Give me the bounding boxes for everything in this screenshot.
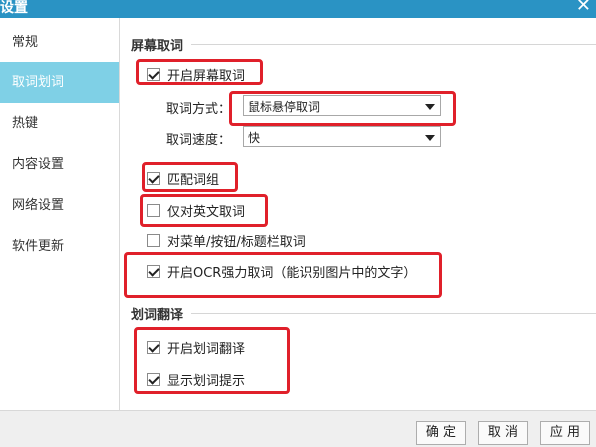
section-title-screen-capture: 屏幕取词 bbox=[131, 39, 184, 54]
sidebar-item-content[interactable]: 内容设置 bbox=[0, 144, 119, 185]
match-phrase-label: 匹配词组 bbox=[167, 172, 220, 188]
selection-hint-row[interactable]: 显示划词提示 bbox=[147, 371, 246, 389]
section-divider bbox=[191, 313, 596, 314]
enable-capture-checkbox[interactable] bbox=[147, 67, 160, 81]
sidebar-item-update[interactable]: 软件更新 bbox=[0, 226, 119, 267]
capture-speed-select[interactable]: 快 bbox=[243, 126, 441, 147]
enable-capture-label: 开启屏幕取词 bbox=[167, 68, 246, 84]
cancel-button[interactable]: 取 消 bbox=[478, 421, 528, 445]
enable-selection-label: 开启划词翻译 bbox=[167, 341, 246, 357]
window-title: 设置 bbox=[0, 0, 28, 16]
close-icon[interactable]: ✕ bbox=[576, 0, 591, 16]
sidebar-item-network[interactable]: 网络设置 bbox=[0, 185, 119, 226]
ocr-row[interactable]: 开启OCR强力取词（能识别图片中的文字） bbox=[147, 263, 417, 281]
match-phrase-row[interactable]: 匹配词组 bbox=[147, 170, 220, 188]
match-phrase-checkbox[interactable] bbox=[147, 171, 160, 185]
dialog-footer: 确 定 取 消 应 用 bbox=[0, 410, 596, 447]
english-only-row[interactable]: 仅对英文取词 bbox=[147, 202, 246, 220]
section-divider bbox=[191, 44, 596, 45]
capture-mode-select[interactable]: 鼠标悬停取词 bbox=[243, 95, 441, 116]
ocr-checkbox[interactable] bbox=[147, 264, 160, 278]
capture-speed-value: 快 bbox=[248, 131, 261, 145]
section-title-selection: 划词翻译 bbox=[131, 308, 184, 323]
menu-buttons-checkbox[interactable] bbox=[147, 233, 160, 247]
chevron-down-icon bbox=[425, 104, 435, 110]
english-only-label: 仅对英文取词 bbox=[167, 204, 246, 220]
ocr-label: 开启OCR强力取词（能识别图片中的文字） bbox=[167, 265, 417, 281]
chevron-down-icon bbox=[425, 135, 435, 141]
ok-button[interactable]: 确 定 bbox=[416, 421, 466, 445]
capture-mode-value: 鼠标悬停取词 bbox=[248, 100, 321, 114]
selection-hint-label: 显示划词提示 bbox=[167, 373, 246, 389]
capture-speed-label: 取词速度： bbox=[166, 133, 232, 148]
settings-sidebar: 常规 取词划词 热键 内容设置 网络设置 软件更新 bbox=[0, 18, 120, 410]
sidebar-item-word-capture[interactable]: 取词划词 bbox=[0, 62, 119, 103]
enable-selection-row[interactable]: 开启划词翻译 bbox=[147, 339, 246, 357]
sidebar-item-hotkeys[interactable]: 热键 bbox=[0, 103, 119, 144]
capture-mode-label: 取词方式： bbox=[166, 102, 232, 117]
selection-hint-checkbox[interactable] bbox=[147, 372, 160, 386]
enable-capture-row[interactable]: 开启屏幕取词 bbox=[147, 66, 246, 84]
sidebar-item-general[interactable]: 常规 bbox=[0, 22, 119, 63]
apply-button[interactable]: 应 用 bbox=[540, 421, 590, 445]
title-bar: 设置 ✕ bbox=[0, 0, 596, 18]
menu-buttons-label: 对菜单/按钮/标题栏取词 bbox=[167, 234, 306, 250]
english-only-checkbox[interactable] bbox=[147, 203, 160, 217]
settings-content: 屏幕取词 开启屏幕取词 取词方式： 鼠标悬停取词 取词速度： 快 匹配词组 仅对… bbox=[121, 18, 596, 410]
enable-selection-checkbox[interactable] bbox=[147, 340, 160, 354]
menu-buttons-row[interactable]: 对菜单/按钮/标题栏取词 bbox=[147, 232, 306, 250]
